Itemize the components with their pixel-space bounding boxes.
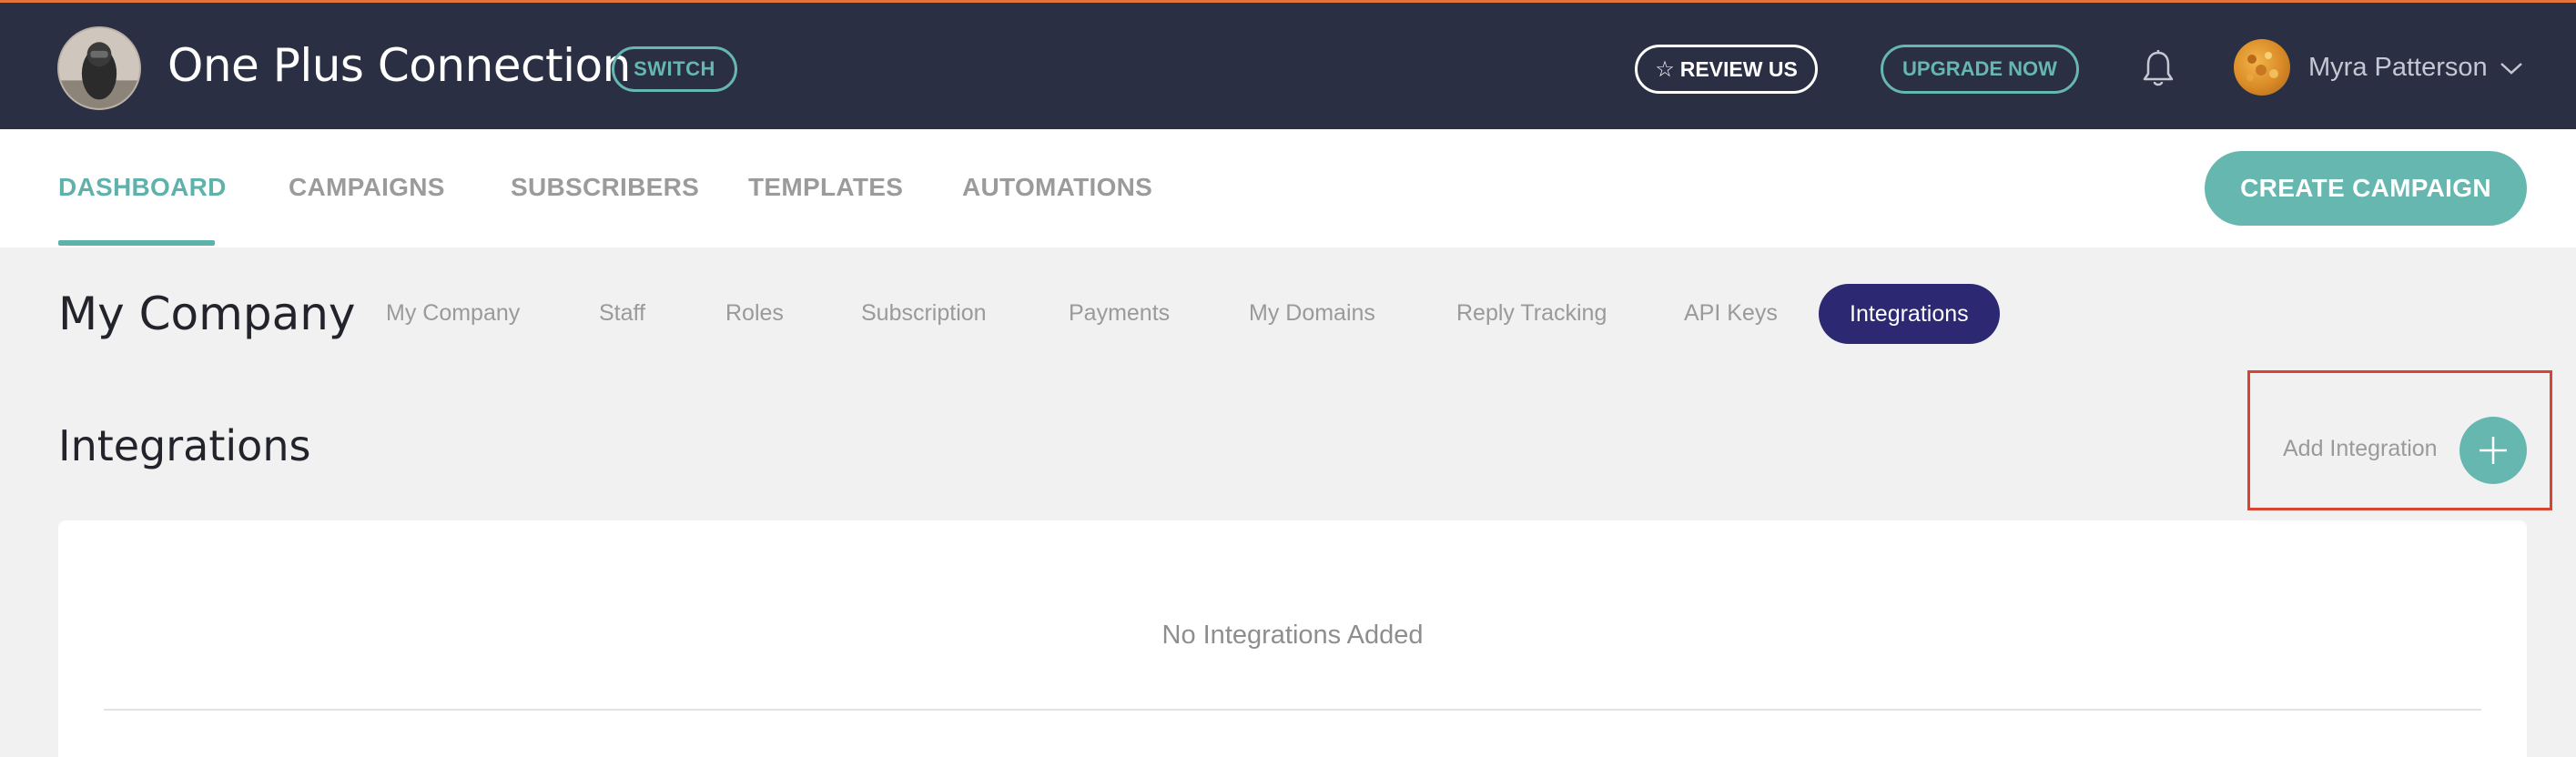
review-us-label: REVIEW US	[1679, 56, 1798, 81]
subnav-roles[interactable]: Roles	[725, 300, 784, 327]
subnav-my-domains[interactable]: My Domains	[1249, 300, 1375, 327]
page-title: Integrations	[58, 421, 311, 470]
nav-automations[interactable]: AUTOMATIONS	[962, 173, 1152, 202]
user-avatar[interactable]	[2234, 39, 2290, 96]
subnav-subscription[interactable]: Subscription	[861, 300, 987, 327]
integrations-card: No Integrations Added	[58, 520, 2527, 757]
add-integration-label[interactable]: Add Integration	[2283, 436, 2438, 462]
switch-button[interactable]: SWITCH	[612, 46, 737, 92]
company-name: One Plus Connection	[167, 39, 631, 92]
subnav-reply-tracking[interactable]: Reply Tracking	[1456, 300, 1607, 327]
top-bar: One Plus Connection SWITCH ☆ REVIEW US U…	[0, 0, 2576, 129]
company-logo-image	[59, 28, 139, 108]
plus-icon	[2480, 437, 2507, 464]
review-us-button[interactable]: ☆ REVIEW US	[1635, 45, 1818, 94]
nav-subscribers[interactable]: SUBSCRIBERS	[511, 173, 699, 202]
company-logo[interactable]	[57, 26, 141, 110]
chevron-down-icon[interactable]	[2500, 61, 2523, 76]
star-icon: ☆	[1655, 56, 1675, 82]
nav-dashboard[interactable]: DASHBOARD	[58, 173, 227, 202]
subnav-api-keys[interactable]: API Keys	[1684, 300, 1778, 327]
nav-campaigns[interactable]: CAMPAIGNS	[289, 173, 445, 202]
upgrade-now-button[interactable]: UPGRADE NOW	[1881, 45, 2079, 94]
subnav-payments[interactable]: Payments	[1069, 300, 1170, 327]
user-name[interactable]: Myra Patterson	[2308, 53, 2488, 83]
section-title: My Company	[58, 288, 356, 340]
subnav-integrations[interactable]: Integrations	[1819, 284, 2000, 344]
subnav-staff[interactable]: Staff	[599, 300, 645, 327]
divider	[104, 709, 2481, 711]
active-tab-indicator	[58, 240, 215, 246]
subnav-my-company[interactable]: My Company	[386, 300, 520, 327]
empty-state-text: No Integrations Added	[1161, 621, 1424, 650]
bell-icon[interactable]	[2139, 49, 2177, 89]
nav-templates[interactable]: TEMPLATES	[748, 173, 903, 202]
create-campaign-button[interactable]: CREATE CAMPAIGN	[2205, 151, 2527, 226]
main-nav: DASHBOARD CAMPAIGNS SUBSCRIBERS TEMPLATE…	[0, 129, 2576, 247]
add-integration-button[interactable]	[2459, 417, 2527, 484]
